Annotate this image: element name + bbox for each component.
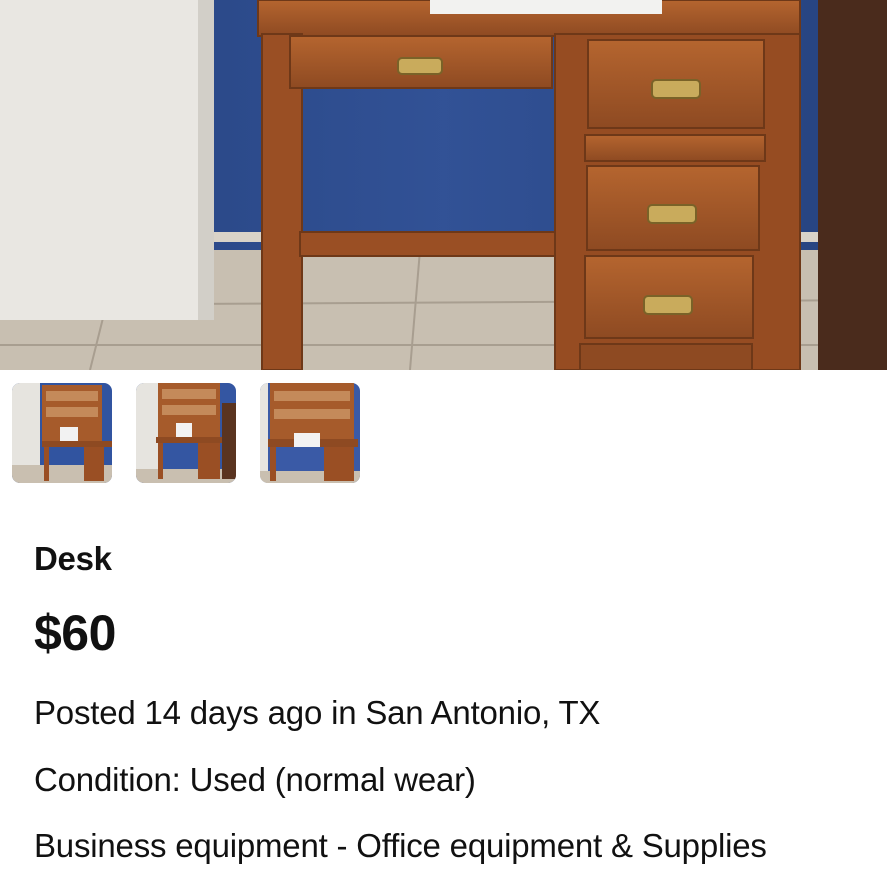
listing-title: Desk (34, 540, 112, 577)
listing-posted-info: Posted 14 days ago in San Antonio, TX (34, 694, 601, 731)
desk-hutch-thumbnail-1 (12, 383, 112, 483)
desk-hutch-thumbnail-3 (260, 383, 360, 483)
listing-price: $60 (34, 605, 116, 661)
thumbnail-2[interactable] (136, 383, 236, 483)
desk-hutch-thumbnail-2 (136, 383, 236, 483)
thumbnail-1[interactable] (12, 383, 112, 483)
listing-hero-image[interactable] (0, 0, 887, 370)
listing-condition: Condition: Used (normal wear) (34, 761, 476, 798)
desk-photo-graphic (0, 0, 887, 370)
listing-category[interactable]: Business equipment - Office equipment & … (34, 827, 767, 865)
thumbnail-strip (12, 383, 360, 483)
thumbnail-3[interactable] (260, 383, 360, 483)
